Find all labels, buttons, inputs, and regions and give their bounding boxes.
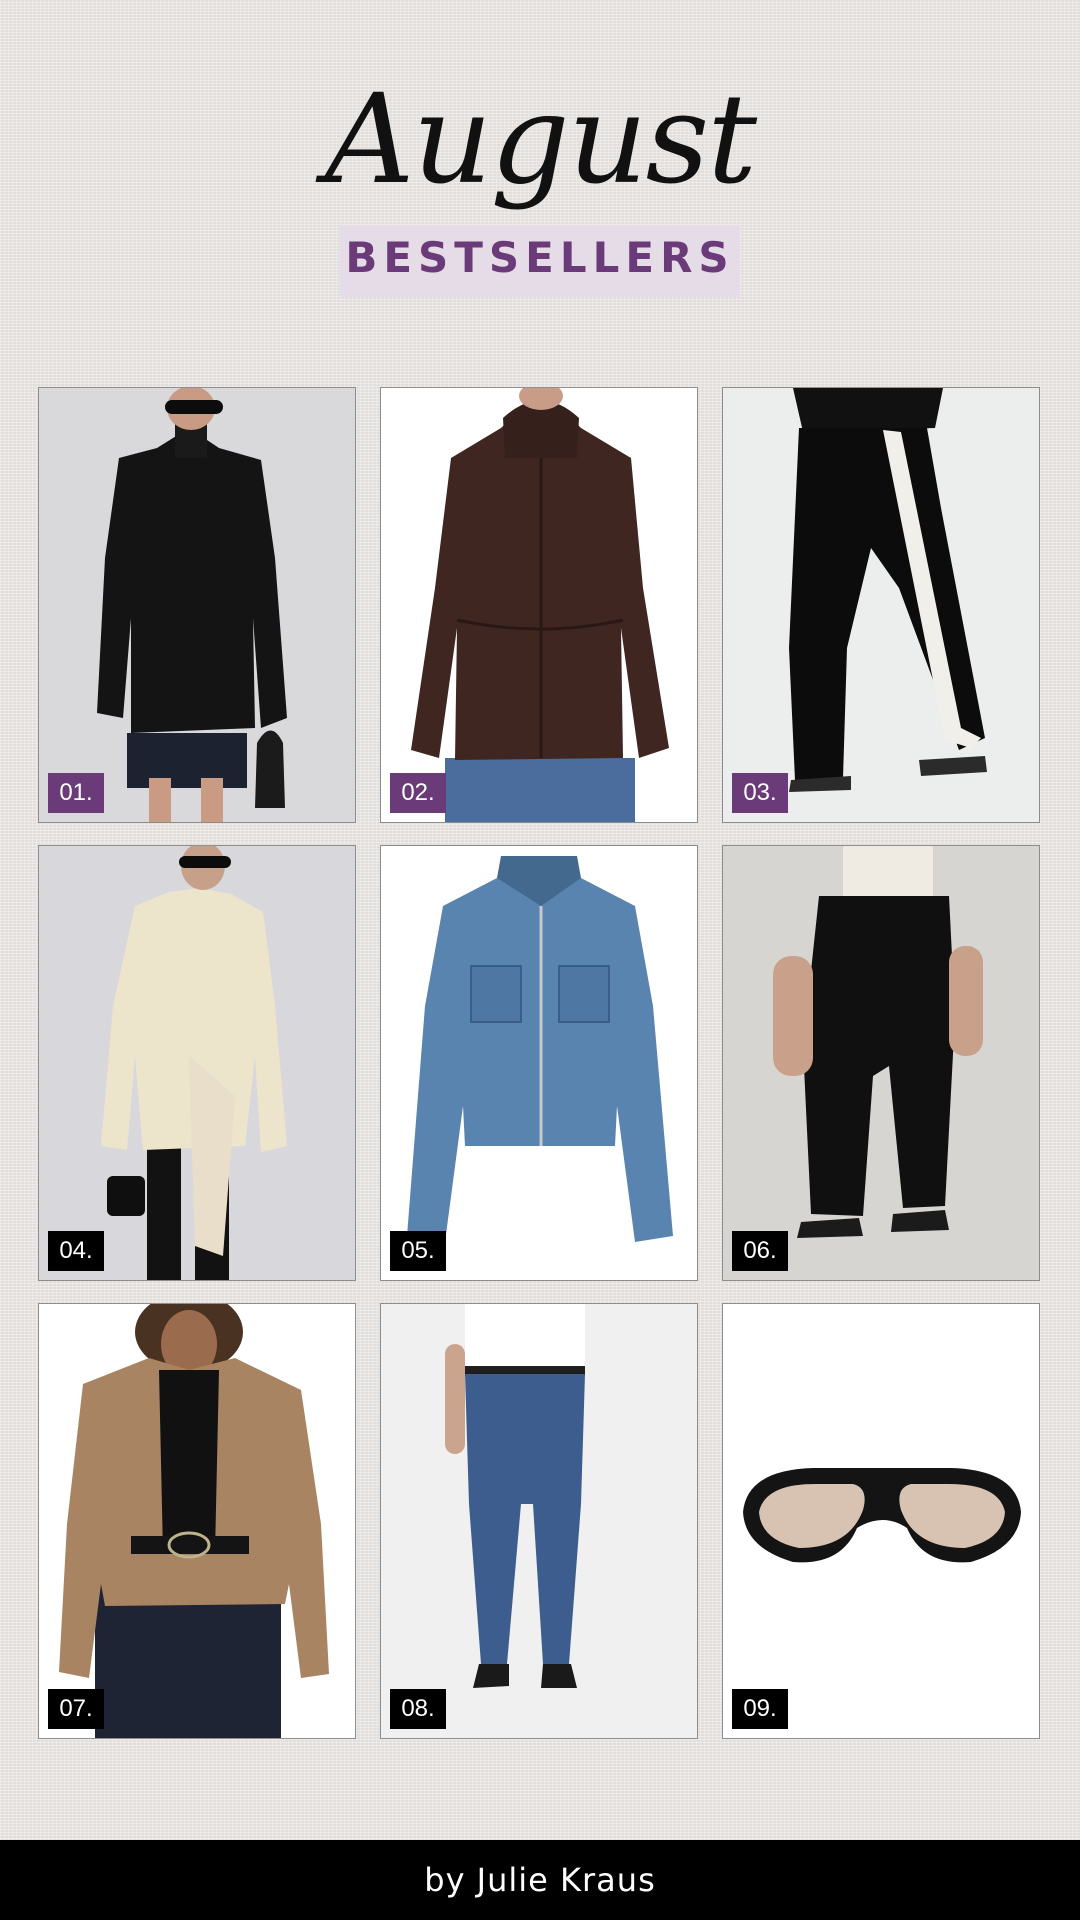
product-card-06[interactable]: 06. <box>722 845 1040 1281</box>
cream-blazer-image <box>39 846 355 1280</box>
header: August BESTSELLERS <box>0 0 1080 330</box>
subtitle-text: BESTSELLERS <box>345 233 735 282</box>
product-card-01[interactable]: 01. <box>38 387 356 823</box>
product-card-03[interactable]: 03. <box>722 387 1040 823</box>
product-card-08[interactable]: 08. <box>380 1303 698 1739</box>
product-number-badge: 08. <box>390 1689 446 1729</box>
suede-bomber-image <box>39 1304 355 1738</box>
leather-jacket-image <box>39 388 355 822</box>
product-card-04[interactable]: 04. <box>38 845 356 1281</box>
product-number-badge: 04. <box>48 1231 104 1271</box>
product-number-badge: 02. <box>390 773 446 813</box>
product-number-badge: 06. <box>732 1231 788 1271</box>
product-number-badge: 01. <box>48 773 104 813</box>
denim-jacket-image <box>381 846 697 1280</box>
barrel-trousers-image <box>723 846 1039 1280</box>
author-credit: by Julie Kraus <box>424 1861 656 1899</box>
product-card-05[interactable]: 05. <box>380 845 698 1281</box>
product-card-07[interactable]: 07. <box>38 1303 356 1739</box>
product-number-badge: 05. <box>390 1231 446 1271</box>
product-number-badge: 07. <box>48 1689 104 1729</box>
footer: by Julie Kraus <box>0 1840 1080 1920</box>
product-card-09[interactable]: 09. <box>722 1303 1040 1739</box>
product-card-02[interactable]: 02. <box>380 387 698 823</box>
product-number-badge: 03. <box>732 773 788 813</box>
product-number-badge: 09. <box>732 1689 788 1729</box>
brown-parka-image <box>381 388 697 822</box>
shield-sunglasses-image <box>723 1304 1039 1738</box>
straight-jeans-image <box>381 1304 697 1738</box>
striped-trousers-image <box>723 388 1039 822</box>
script-title: August <box>324 68 757 212</box>
